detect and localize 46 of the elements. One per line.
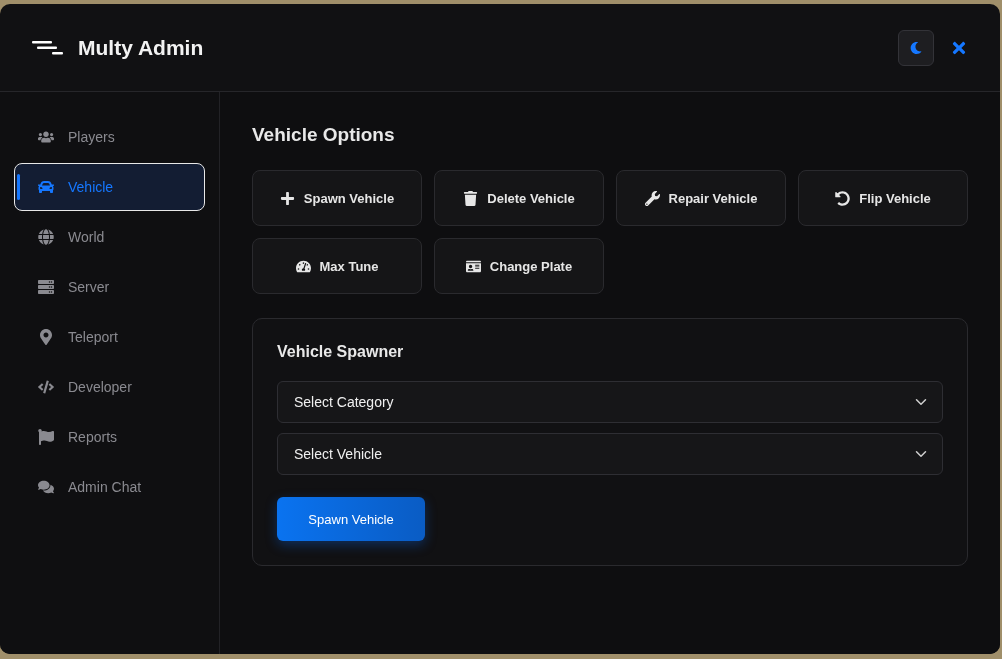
sidebar-item[interactable]: World: [14, 213, 205, 261]
sidebar-item[interactable]: Reports: [14, 413, 205, 461]
server-icon: [38, 279, 54, 295]
wrench-icon: [644, 190, 660, 206]
action-button[interactable]: Delete Vehicle: [434, 170, 604, 226]
trash-icon: [463, 190, 479, 206]
sidebar-label: World: [68, 229, 105, 245]
section-title: Vehicle Options: [252, 124, 396, 146]
sidebar-label: Vehicle: [68, 179, 114, 195]
code-icon: [38, 379, 54, 395]
rotate-icon: [835, 190, 851, 206]
plus-icon: [279, 190, 295, 206]
sidebar-item[interactable]: Teleport: [14, 313, 205, 361]
select-dropdown[interactable]: Select Category: [277, 381, 943, 423]
card-title: Vehicle Spawner: [277, 343, 405, 361]
globe-icon: [38, 229, 54, 245]
menu-lines-icon: [32, 40, 64, 55]
select-dropdown[interactable]: Select Vehicle: [277, 433, 943, 475]
active-indicator: [17, 174, 20, 200]
sidebar-item[interactable]: Server: [14, 263, 205, 311]
sidebar-item[interactable]: Developer: [14, 363, 205, 411]
app-title: Multy Admin: [78, 35, 204, 60]
sidebar-label: Reports: [68, 429, 118, 445]
spawn-vehicle-button[interactable]: Spawn Vehicle: [277, 497, 425, 541]
sidebar-item[interactable]: Players: [14, 113, 205, 161]
gauge-icon: [295, 258, 311, 274]
id-card-icon: [465, 258, 481, 274]
car-icon: [38, 179, 54, 195]
theme-toggle-button[interactable]: [898, 29, 934, 66]
sidebar-label: Players: [68, 129, 115, 145]
sidebar-label: Developer: [68, 379, 132, 395]
chat-bubbles-icon: [38, 479, 54, 495]
action-button[interactable]: Change Plate: [434, 238, 604, 294]
sidebar-label: Admin Chat: [68, 479, 142, 495]
users-icon: [38, 129, 54, 145]
action-button[interactable]: Spawn Vehicle: [252, 170, 422, 226]
sidebar-label: Teleport: [68, 329, 118, 345]
action-button[interactable]: Flip Vehicle: [798, 170, 968, 226]
action-button[interactable]: Max Tune: [252, 238, 422, 294]
sidebar-item[interactable]: Admin Chat: [14, 463, 205, 511]
moon-icon: [910, 41, 922, 54]
map-pin-icon: [38, 329, 54, 345]
flag-icon: [38, 429, 54, 445]
action-button[interactable]: Repair Vehicle: [616, 170, 786, 226]
sidebar-item[interactable]: Vehicle: [14, 163, 205, 211]
sidebar-label: Server: [68, 279, 110, 295]
